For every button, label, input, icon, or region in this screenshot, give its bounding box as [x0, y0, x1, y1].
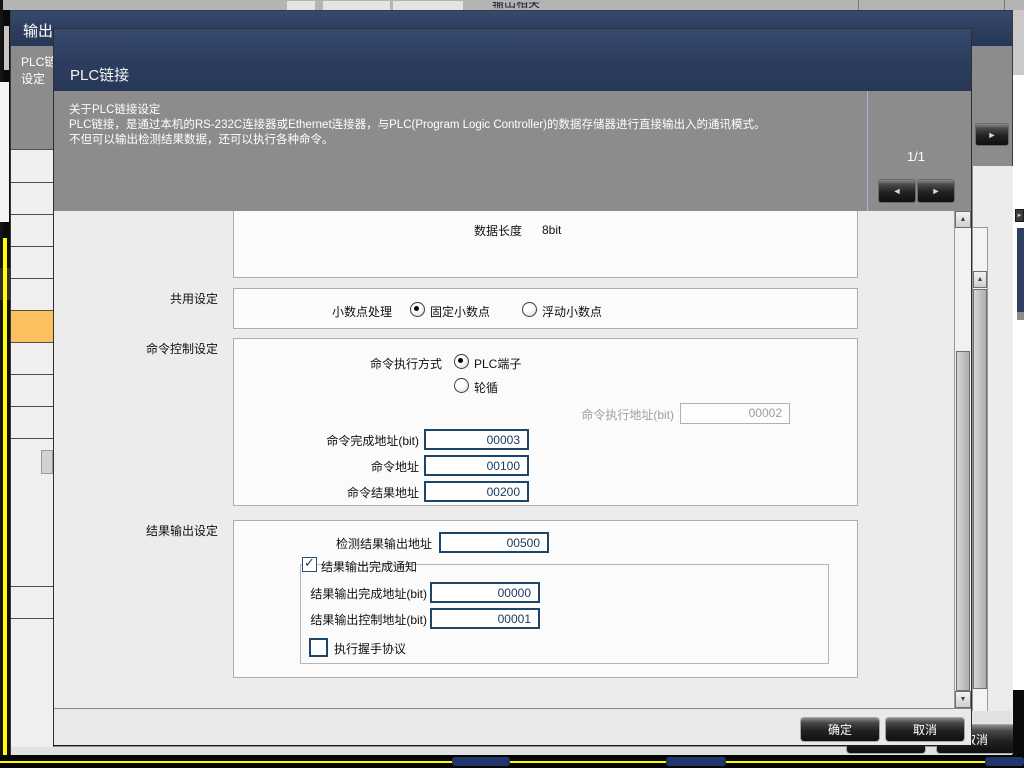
- description-line-3: 不但可以输出检测结果数据，还可以执行各种命令。: [69, 133, 864, 148]
- result-complete-addr-label: 结果输出完成地址(bit): [282, 585, 427, 602]
- exec-mode-label: 命令执行方式: [294, 355, 442, 372]
- dialog-header[interactable]: PLC链接: [54, 29, 971, 91]
- parent-nav-next-button[interactable]: ►: [975, 123, 1009, 146]
- plc-link-dialog: PLC链接 关于PLC链接设定 PLC链接，是通过本机的RS-232C连接器或E…: [53, 28, 972, 746]
- section-label-common: 共用设定: [54, 290, 218, 307]
- left-edge-block: [4, 26, 9, 70]
- pager-prev-icon: ◄: [893, 186, 902, 196]
- command-control-box: 命令执行方式 PLC端子 轮循 命令执行地址(bit) 00002 命令完成地址…: [233, 338, 858, 506]
- left-edge-block: [0, 82, 9, 222]
- data-length-value: 8bit: [542, 223, 561, 237]
- notify-group-label: 结果输出完成通知: [321, 558, 417, 575]
- complete-addr-field[interactable]: 00003: [424, 429, 529, 450]
- notify-check-row[interactable]: ✓ 结果输出完成通知: [302, 556, 308, 572]
- background-button-edge: [452, 757, 510, 766]
- radio-polling-label[interactable]: 轮循: [474, 379, 498, 396]
- app-top-strip: 输出相关: [0, 0, 1024, 10]
- ok-button-label: 确定: [828, 721, 852, 738]
- exec-addr-field[interactable]: 00002: [680, 403, 790, 424]
- right-edge-strip: ►: [1013, 0, 1024, 768]
- common-settings-box: 小数点处理 固定小数点 浮动小数点: [233, 288, 858, 329]
- dialog-scrollbar-up-button[interactable]: ▲: [955, 211, 971, 228]
- right-edge-arrow-button[interactable]: ►: [1015, 209, 1024, 222]
- dialog-footer: 确定 取消: [54, 708, 971, 745]
- pager-prev-button[interactable]: ◄: [878, 179, 916, 203]
- section-label-command: 命令控制设定: [54, 340, 218, 357]
- dialog-title: PLC链接: [70, 64, 129, 85]
- exec-addr-label: 命令执行地址(bit): [474, 406, 674, 423]
- handshake-checkbox[interactable]: [309, 638, 328, 657]
- radio-floating-decimal-label[interactable]: 浮动小数点: [542, 303, 602, 320]
- ok-button[interactable]: 确定: [800, 717, 880, 742]
- command-addr-field[interactable]: 00100: [424, 455, 529, 476]
- radio-plc-terminal[interactable]: [454, 354, 469, 369]
- pager-next-button[interactable]: ►: [917, 179, 955, 203]
- toolbar-divider: [1004, 0, 1005, 10]
- parent-dialog-title: 输出: [23, 20, 53, 41]
- parent-table-column: [11, 149, 54, 755]
- result-control-addr-label: 结果输出控制地址(bit): [282, 611, 427, 628]
- parent-side-text-2: 设定: [21, 70, 45, 87]
- right-edge-upper: [1013, 10, 1024, 75]
- cancel-button[interactable]: 取消: [885, 717, 965, 742]
- parent-scrollbar-up-button[interactable]: ▲: [973, 271, 987, 288]
- data-length-label: 数据长度: [334, 222, 522, 239]
- command-addr-label: 命令地址: [274, 458, 419, 475]
- result-control-addr-field[interactable]: 00001: [430, 608, 540, 629]
- scrollbar-down-icon: ▼: [960, 696, 967, 703]
- description-line-1: 关于PLC链接设定: [69, 103, 864, 118]
- pager-next-icon: ►: [932, 186, 941, 196]
- table-cell-widget[interactable]: [41, 450, 53, 474]
- radio-floating-decimal[interactable]: [522, 302, 537, 317]
- dialog-content: 数据长度 8bit 共用设定 小数点处理 固定小数点 浮动小数点 命令控制设定 …: [54, 211, 971, 708]
- bottom-strip: [0, 755, 1024, 768]
- highlighted-table-cell[interactable]: [11, 311, 54, 342]
- selection-outline-vertical: [3, 238, 7, 763]
- parent-next-icon: ►: [988, 130, 997, 140]
- radio-fixed-decimal-label[interactable]: 固定小数点: [430, 303, 490, 320]
- detect-addr-label: 检测结果输出地址: [284, 535, 432, 552]
- background-toolbar-button[interactable]: [323, 1, 390, 10]
- detect-addr-field[interactable]: 00500: [439, 532, 549, 553]
- handshake-label[interactable]: 执行握手协议: [334, 640, 406, 657]
- dialog-scrollbar-down-button[interactable]: ▼: [955, 691, 971, 708]
- right-edge-navy-bar: [1017, 228, 1024, 312]
- background-toolbar-button[interactable]: [287, 1, 315, 10]
- decimal-handling-label: 小数点处理: [274, 303, 392, 320]
- result-complete-addr-field[interactable]: 00000: [430, 582, 540, 603]
- parent-side-text-1: PLC链: [21, 53, 56, 70]
- pager-separator: [867, 91, 868, 211]
- right-edge-gray-chip: [1017, 312, 1024, 320]
- complete-addr-label: 命令完成地址(bit): [274, 432, 419, 449]
- description-line-2: PLC链接，是通过本机的RS-232C连接器或Ethernet连接器，与PLC(…: [69, 118, 864, 133]
- command-result-addr-label: 命令结果地址: [274, 484, 419, 501]
- scrollbar-up-icon: ▲: [960, 216, 967, 223]
- clipped-tab-text: 输出相关: [492, 2, 612, 10]
- right-edge-top: [1013, 0, 1024, 10]
- cancel-button-label: 取消: [913, 721, 937, 738]
- radio-plc-terminal-label[interactable]: PLC端子: [474, 355, 521, 372]
- data-length-box: 数据长度 8bit: [233, 211, 858, 278]
- background-toolbar-button[interactable]: [393, 1, 463, 10]
- background-button-edge: [985, 757, 1024, 766]
- radio-fixed-decimal[interactable]: [410, 302, 425, 317]
- check-icon: ✓: [304, 555, 315, 571]
- command-result-addr-field[interactable]: 00200: [424, 481, 529, 502]
- background-button-edge: [666, 757, 726, 766]
- result-output-box: 检测结果输出地址 00500 ✓ 结果输出完成通知 结果输出完成地址(bit) …: [233, 520, 858, 678]
- parent-scrollbar-thumb[interactable]: [973, 289, 987, 689]
- dialog-scrollbar-thumb[interactable]: [956, 351, 970, 691]
- radio-polling[interactable]: [454, 378, 469, 393]
- section-label-result-output: 结果输出设定: [54, 522, 218, 539]
- pager-label: 1/1: [876, 149, 956, 164]
- notify-checkbox[interactable]: ✓: [302, 557, 317, 572]
- toolbar-divider: [858, 0, 859, 10]
- dialog-description-band: 关于PLC链接设定 PLC链接，是通过本机的RS-232C连接器或Etherne…: [54, 91, 971, 211]
